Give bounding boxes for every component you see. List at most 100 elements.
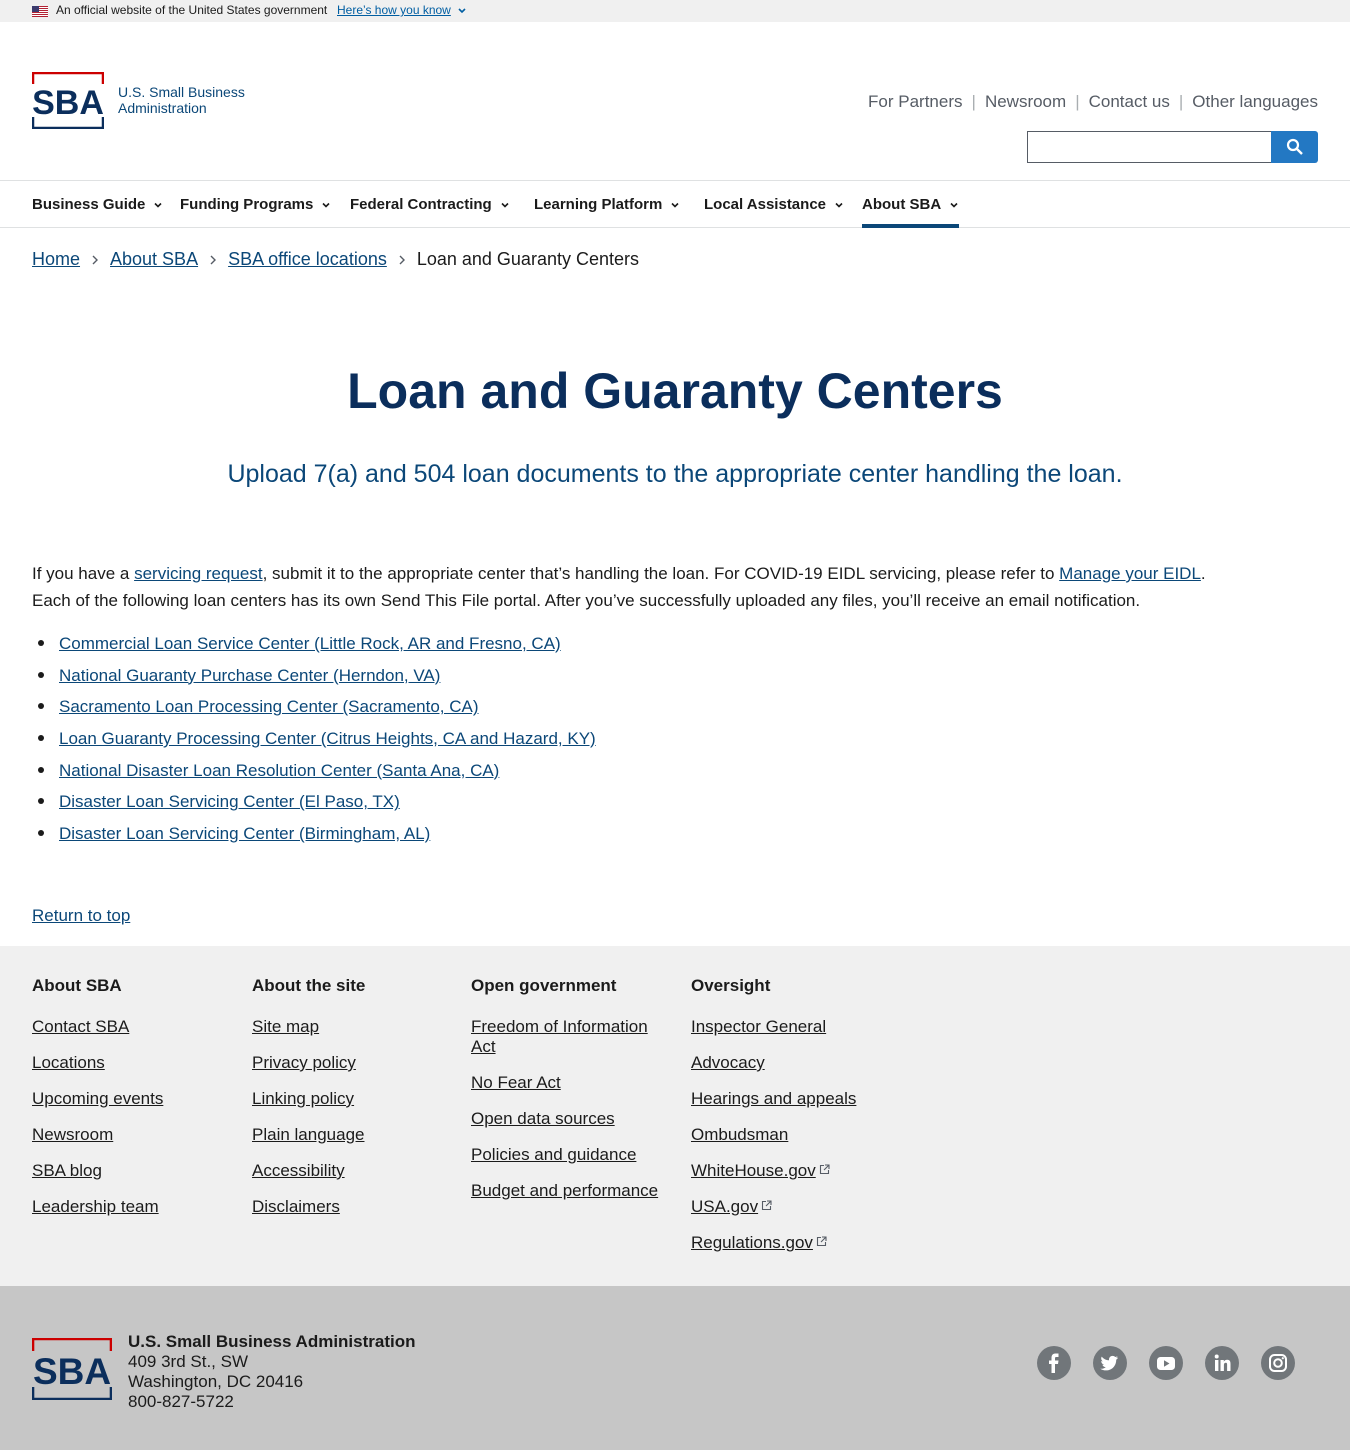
facebook-icon[interactable] [1037,1346,1071,1380]
util-link-contact-us[interactable]: Contact us [1089,92,1170,112]
page-subtitle: Upload 7(a) and 504 loan documents to th… [227,460,1123,488]
footer-link[interactable]: Policies and guidance [471,1145,636,1164]
nav-label: Learning Platform [534,196,663,213]
footer-link[interactable]: Budget and performance [471,1181,658,1200]
center-link[interactable]: Commercial Loan Service Center (Little R… [59,634,561,653]
footer-column-oversight: Oversight Inspector General Advocacy Hea… [691,974,881,1269]
breadcrumb-current: Loan and Guaranty Centers [416,249,639,269]
footer-link[interactable]: Locations [32,1053,105,1072]
manage-eidl-link[interactable]: Manage your EIDL [1059,564,1201,583]
search-input[interactable] [1027,131,1271,163]
svg-text:SBA: SBA [33,1351,111,1392]
gov-banner: An official website of the United States… [0,0,1350,22]
youtube-icon[interactable] [1149,1346,1183,1380]
nav-learning-platform[interactable]: Learning Platform [534,181,680,228]
page-title: Loan and Guaranty Centers [347,363,1003,419]
search-button[interactable] [1271,131,1318,163]
footer-link[interactable]: Ombudsman [691,1125,788,1144]
footer-link[interactable]: Regulations.gov [691,1233,813,1252]
center-link[interactable]: Loan Guaranty Processing Center (Citrus … [59,729,596,748]
main-nav: Business Guide Funding Programs Federal … [0,180,1350,228]
footer-link[interactable]: Accessibility [252,1161,345,1180]
footer-link[interactable]: Privacy policy [252,1053,356,1072]
nav-local-assistance[interactable]: Local Assistance [704,181,844,228]
footer-org-name: U.S. Small Business Administration [128,1332,416,1351]
util-link-newsroom[interactable]: Newsroom [985,92,1066,112]
intro-text-line2: Each of the following loan centers has i… [32,591,1141,610]
list-item: Disaster Loan Servicing Center (El Paso,… [38,788,596,820]
footer-address-line2: Washington, DC 20416 [128,1372,304,1391]
twitter-icon[interactable] [1093,1346,1127,1380]
external-link-icon [762,1200,772,1211]
footer-link[interactable]: Advocacy [691,1053,765,1072]
footer-link[interactable]: Leadership team [32,1197,159,1216]
sba-logo[interactable]: SBA [32,72,104,129]
nav-label: Local Assistance [704,196,826,213]
return-to-top-link[interactable]: Return to top [32,906,130,926]
logo-text-line2: Administration [118,100,207,116]
chevron-down-icon [671,202,679,208]
heres-how-you-know-link[interactable]: Here’s how you know [337,3,451,17]
footer-bottom: SBA U.S. Small Business Administration 4… [0,1286,1350,1450]
search-form [1027,131,1318,163]
intro-text: If you have a [32,564,135,583]
intro-text: . [1200,564,1206,583]
footer-link[interactable]: Newsroom [32,1125,113,1144]
util-link-other-languages[interactable]: Other languages [1192,92,1318,112]
sba-footer-logo: SBA [32,1338,112,1400]
footer-link[interactable]: Site map [252,1017,319,1036]
footer-link[interactable]: USA.gov [691,1197,758,1216]
gov-banner-text: An official website of the United States… [56,3,328,17]
list-item: National Disaster Loan Resolution Center… [38,757,596,789]
chevron-down-icon [154,202,162,208]
breadcrumb-home[interactable]: Home [32,249,80,270]
util-link-for-partners[interactable]: For Partners [868,92,962,112]
separator: | [1075,92,1080,111]
footer-link[interactable]: Inspector General [691,1017,826,1036]
footer-link[interactable]: Upcoming events [32,1089,163,1108]
chevron-down-icon [950,202,958,208]
servicing-request-link[interactable]: servicing request [134,564,263,583]
footer-link[interactable]: Contact SBA [32,1017,129,1036]
separator: | [971,92,976,111]
footer-column-about-site: About the site Site map Privacy policy L… [252,974,442,1233]
footer-address-line1: 409 3rd St., SW [128,1352,248,1371]
nav-business-guide[interactable]: Business Guide [32,181,163,228]
search-icon [1286,138,1303,155]
breadcrumb-about-sba[interactable]: About SBA [110,249,198,270]
footer-link[interactable]: Plain language [252,1125,364,1144]
nav-about-sba[interactable]: About SBA [862,181,960,228]
nav-federal-contracting[interactable]: Federal Contracting [350,181,510,228]
footer-link[interactable]: No Fear Act [471,1073,561,1092]
footer-heading: About SBA [32,976,122,995]
footer-link[interactable]: SBA blog [32,1161,102,1180]
footer-link[interactable]: Hearings and appeals [691,1089,856,1108]
nav-funding-programs[interactable]: Funding Programs [180,181,331,228]
breadcrumb: Home About SBA SBA office locations Loan… [32,249,639,270]
list-item: National Guaranty Purchase Center (Hernd… [38,662,596,694]
list-item: Disaster Loan Servicing Center (Birmingh… [38,820,596,852]
chevron-down-icon[interactable] [457,6,467,16]
instagram-icon[interactable] [1261,1346,1295,1380]
center-link[interactable]: Disaster Loan Servicing Center (El Paso,… [59,792,400,811]
footer-link[interactable]: Linking policy [252,1089,354,1108]
center-link[interactable]: Disaster Loan Servicing Center (Birmingh… [59,824,430,843]
center-link[interactable]: National Disaster Loan Resolution Center… [59,761,499,780]
center-link[interactable]: Sacramento Loan Processing Center (Sacra… [59,697,479,716]
footer-link[interactable]: Freedom of Information Act [471,1017,648,1056]
breadcrumb-office-locations[interactable]: SBA office locations [228,249,387,270]
intro-text: , submit it to the appropriate center th… [262,564,1060,583]
chevron-down-icon [322,202,330,208]
utility-nav: For Partners | Newsroom | Contact us | O… [868,92,1318,112]
footer-heading: Open government [471,976,617,995]
footer-address: U.S. Small Business Administration 409 3… [128,1332,416,1412]
footer-column-open-government: Open government Freedom of Information A… [471,974,661,1217]
chevron-down-icon [835,202,843,208]
linkedin-icon[interactable] [1205,1346,1239,1380]
footer-phone: 800-827-5722 [128,1392,234,1411]
footer-link[interactable]: Open data sources [471,1109,615,1128]
footer-link[interactable]: Disclaimers [252,1197,340,1216]
footer-link[interactable]: WhiteHouse.gov [691,1161,816,1180]
us-flag-icon [32,6,48,17]
center-link[interactable]: National Guaranty Purchase Center (Hernd… [59,666,440,685]
